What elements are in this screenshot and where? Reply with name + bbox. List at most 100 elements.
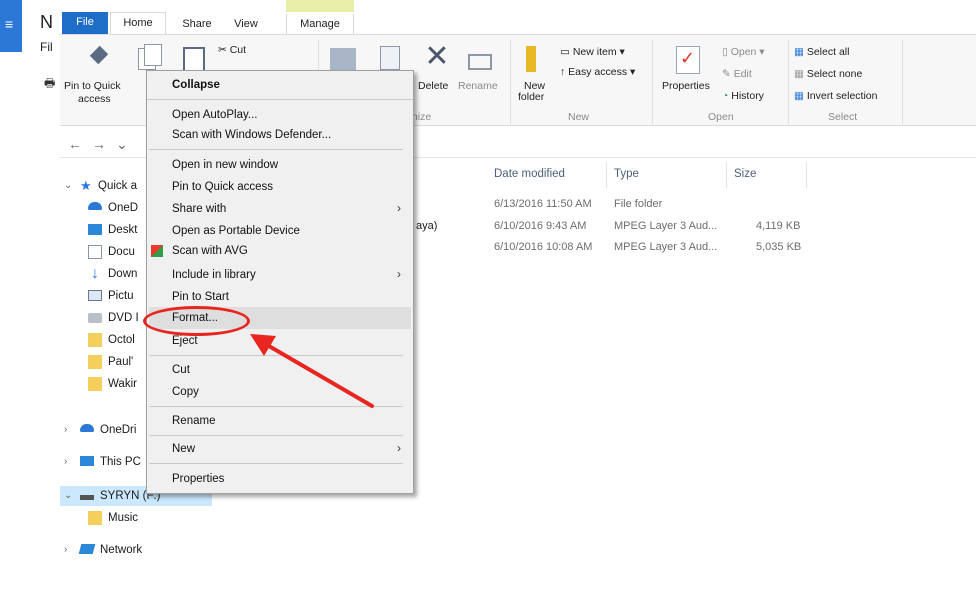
delete-icon[interactable]: ✕ bbox=[424, 42, 450, 72]
tree-label: This PC bbox=[100, 456, 141, 468]
open-icon: ▯ bbox=[722, 46, 731, 58]
menu-item-copy[interactable]: Copy bbox=[172, 382, 199, 402]
tree-label: Quick a bbox=[98, 180, 137, 192]
select-none-label: Select none bbox=[806, 68, 863, 80]
tab-home[interactable]: Home bbox=[110, 12, 166, 35]
tree-item-quick-access[interactable]: ⌄ ★ Quick a bbox=[60, 176, 150, 196]
tree-item-music[interactable]: Music bbox=[60, 508, 180, 528]
folder-icon bbox=[88, 333, 102, 347]
select-none-button[interactable]: ▦ Select none bbox=[794, 68, 862, 80]
menu-separator bbox=[149, 149, 403, 150]
back-forward-icons[interactable]: ←→⌄ bbox=[68, 136, 138, 153]
tree-item-folder[interactable]: Octol bbox=[60, 330, 150, 350]
select-group-label: Select bbox=[828, 111, 858, 123]
tree-label: Down bbox=[108, 268, 138, 280]
select-all-button[interactable]: ▦ Select all bbox=[794, 46, 849, 58]
menu-item-open-new-window[interactable]: Open in new window bbox=[172, 155, 278, 175]
ribbon-separator bbox=[902, 40, 903, 124]
chevron-right-icon: › bbox=[64, 424, 68, 435]
copy-icon[interactable] bbox=[136, 44, 162, 70]
chevron-right-icon: › bbox=[64, 456, 68, 467]
tree-item-folder[interactable]: Paul' bbox=[60, 352, 150, 372]
easy-access-button[interactable]: ↑ Easy access ▾ bbox=[560, 66, 635, 78]
tree-item-desktop[interactable]: Deskt bbox=[60, 220, 150, 240]
menu-item-open-autoplay[interactable]: Open AutoPlay... bbox=[172, 105, 257, 125]
tree-item-downloads[interactable]: ↓ Down bbox=[60, 264, 150, 284]
copy-to-icon[interactable] bbox=[378, 44, 404, 70]
column-header-date-modified[interactable]: Date modified bbox=[494, 168, 565, 180]
new-item-icon: ▭ bbox=[560, 46, 573, 58]
menu-item-rename[interactable]: Rename bbox=[172, 411, 215, 431]
paste-icon[interactable] bbox=[180, 44, 206, 73]
tab-manage[interactable]: Manage bbox=[286, 14, 354, 34]
tree-label: Music bbox=[108, 512, 139, 524]
pin-icon[interactable] bbox=[86, 46, 112, 72]
properties-icon[interactable] bbox=[676, 46, 702, 74]
tree-item-folder[interactable]: Wakir bbox=[60, 374, 150, 394]
menu-item-open-portable[interactable]: Open as Portable Device bbox=[172, 221, 300, 241]
tab-file[interactable]: File bbox=[62, 12, 108, 34]
history-button[interactable]: ◔ History bbox=[722, 90, 764, 102]
tree-item-pictures[interactable]: Pictu bbox=[60, 286, 150, 306]
tree-item-documents[interactable]: Docu bbox=[60, 242, 150, 262]
easy-access-icon: ↑ bbox=[560, 66, 569, 78]
tab-share[interactable]: Share bbox=[174, 14, 220, 34]
menu-item-properties[interactable]: Properties bbox=[172, 469, 224, 489]
rename-icon[interactable] bbox=[466, 48, 492, 74]
new-item-label: New item bbox=[572, 46, 617, 58]
history-icon: ◔ bbox=[722, 90, 732, 102]
folder-icon bbox=[88, 355, 102, 369]
tree-label: Octol bbox=[108, 334, 135, 346]
tree-item-onedrive[interactable]: OneD bbox=[60, 198, 150, 218]
menu-item-pin-quick-access[interactable]: Pin to Quick access bbox=[172, 177, 273, 197]
new-folder-icon[interactable] bbox=[524, 46, 550, 72]
file-type: MPEG Layer 3 Aud... bbox=[614, 220, 718, 232]
file-date: 6/13/2016 11:50 AM bbox=[494, 198, 592, 210]
menu-item-include-library[interactable]: Include in library bbox=[172, 265, 256, 285]
menu-item-cut[interactable]: Cut bbox=[172, 360, 190, 380]
select-all-icon: ▦ bbox=[794, 46, 807, 58]
new-folder-label-2[interactable]: folder bbox=[518, 91, 544, 103]
invert-selection-button[interactable]: ▦ Invert selection bbox=[794, 90, 877, 102]
file-type: File folder bbox=[614, 198, 663, 210]
pin-to-quick-access-label-1[interactable]: Pin to Quick bbox=[64, 80, 121, 92]
tree-item-network[interactable]: › Network bbox=[60, 540, 180, 560]
tree-item-onedrive-root[interactable]: › OneDri bbox=[60, 420, 150, 440]
tab-view[interactable]: View bbox=[226, 14, 266, 34]
invert-selection-icon: ▦ bbox=[794, 90, 807, 102]
delete-label[interactable]: Delete bbox=[418, 80, 448, 92]
menu-item-pin-start[interactable]: Pin to Start bbox=[172, 287, 229, 307]
download-arrow-icon: ↓ bbox=[91, 265, 99, 282]
column-header-type[interactable]: Type bbox=[614, 168, 639, 180]
column-separator[interactable] bbox=[726, 162, 727, 188]
desktop-icon bbox=[88, 224, 102, 235]
rename-label[interactable]: Rename bbox=[458, 80, 498, 92]
column-header-size[interactable]: Size bbox=[734, 168, 756, 180]
column-separator[interactable] bbox=[806, 162, 807, 188]
manage-contextual-band bbox=[286, 0, 354, 12]
chevron-right-icon: › bbox=[397, 267, 401, 281]
tree-label: Paul' bbox=[108, 356, 134, 368]
open-button[interactable]: ▯ Open ▾ bbox=[722, 46, 765, 58]
menu-item-new[interactable]: New bbox=[172, 439, 195, 459]
menu-item-share-with[interactable]: Share with bbox=[172, 199, 226, 219]
chevron-down-icon: ⌄ bbox=[64, 490, 73, 501]
chevron-right-icon: › bbox=[64, 544, 68, 555]
menu-item-scan-defender[interactable]: Scan with Windows Defender... bbox=[172, 125, 331, 145]
edit-button[interactable]: ✎ Edit bbox=[722, 68, 752, 80]
cut-button[interactable]: ✂ Cut bbox=[218, 44, 246, 56]
dvd-drive-icon bbox=[88, 313, 102, 323]
context-menu: Collapse Open AutoPlay... Scan with Wind… bbox=[146, 70, 414, 494]
column-separator[interactable] bbox=[606, 162, 607, 188]
folder-icon bbox=[88, 377, 102, 391]
background-window-icon: ≡ bbox=[0, 0, 22, 52]
new-item-button[interactable]: ▭ New item ▾ bbox=[560, 46, 625, 58]
file-name-fragment[interactable]: aya) bbox=[416, 220, 437, 232]
menu-item-collapse[interactable]: Collapse bbox=[172, 75, 220, 95]
menu-item-scan-avg[interactable]: Scan with AVG bbox=[172, 241, 248, 261]
tree-item-dvd[interactable]: DVD I bbox=[60, 308, 150, 328]
properties-label[interactable]: Properties bbox=[662, 80, 710, 92]
tree-item-this-pc[interactable]: › This PC bbox=[60, 452, 150, 472]
pin-to-quick-access-label-2[interactable]: access bbox=[78, 93, 111, 105]
file-size: 5,035 KB bbox=[756, 241, 802, 253]
